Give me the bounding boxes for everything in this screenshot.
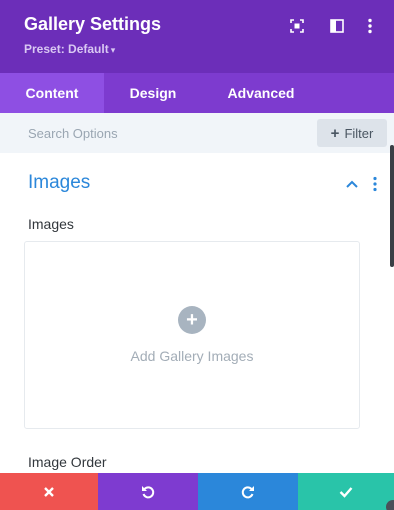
resize-handle[interactable] xyxy=(386,500,394,510)
section-menu-icon[interactable] xyxy=(370,176,380,192)
filter-button[interactable]: + Filter xyxy=(317,119,387,147)
images-field-label: Images xyxy=(28,216,74,232)
tab-content[interactable]: Content xyxy=(0,73,104,113)
scrollbar[interactable] xyxy=(390,145,394,267)
layout-columns-icon[interactable] xyxy=(326,15,348,37)
save-button[interactable] xyxy=(298,473,394,510)
tab-design[interactable]: Design xyxy=(104,73,202,113)
section-title[interactable]: Images xyxy=(28,172,90,194)
redo-icon xyxy=(241,485,254,498)
more-vertical-icon[interactable] xyxy=(359,15,381,37)
cancel-button[interactable] xyxy=(0,473,98,510)
chevron-up-icon[interactable] xyxy=(345,178,359,190)
filter-label: Filter xyxy=(344,125,374,141)
preset-dropdown[interactable]: Preset: Default ▾ xyxy=(24,42,115,56)
gallery-upload-area[interactable] xyxy=(24,241,360,429)
fullscreen-icon[interactable] xyxy=(286,15,308,37)
footer-actions xyxy=(0,473,394,510)
add-icon[interactable]: + xyxy=(178,306,206,334)
cancel-icon xyxy=(44,486,54,497)
caret-down-icon: ▾ xyxy=(110,45,116,55)
plus-icon: + xyxy=(330,124,340,142)
preset-label: Preset: Default xyxy=(24,42,109,56)
search-input[interactable]: Search Options xyxy=(28,126,118,141)
save-check-icon xyxy=(339,486,353,498)
modal-title: Gallery Settings xyxy=(24,14,162,34)
image-order-label: Image Order xyxy=(28,454,107,470)
add-gallery-images-label[interactable]: Add Gallery Images xyxy=(24,348,360,364)
tab-bar: Content Design Advanced xyxy=(0,73,394,113)
undo-icon xyxy=(142,485,155,498)
redo-button[interactable] xyxy=(198,473,298,510)
search-bar: Search Options + Filter xyxy=(0,113,394,153)
undo-button[interactable] xyxy=(98,473,198,510)
settings-header: Gallery Settings Preset: Default ▾ xyxy=(0,0,394,73)
tab-advanced[interactable]: Advanced xyxy=(202,73,320,113)
